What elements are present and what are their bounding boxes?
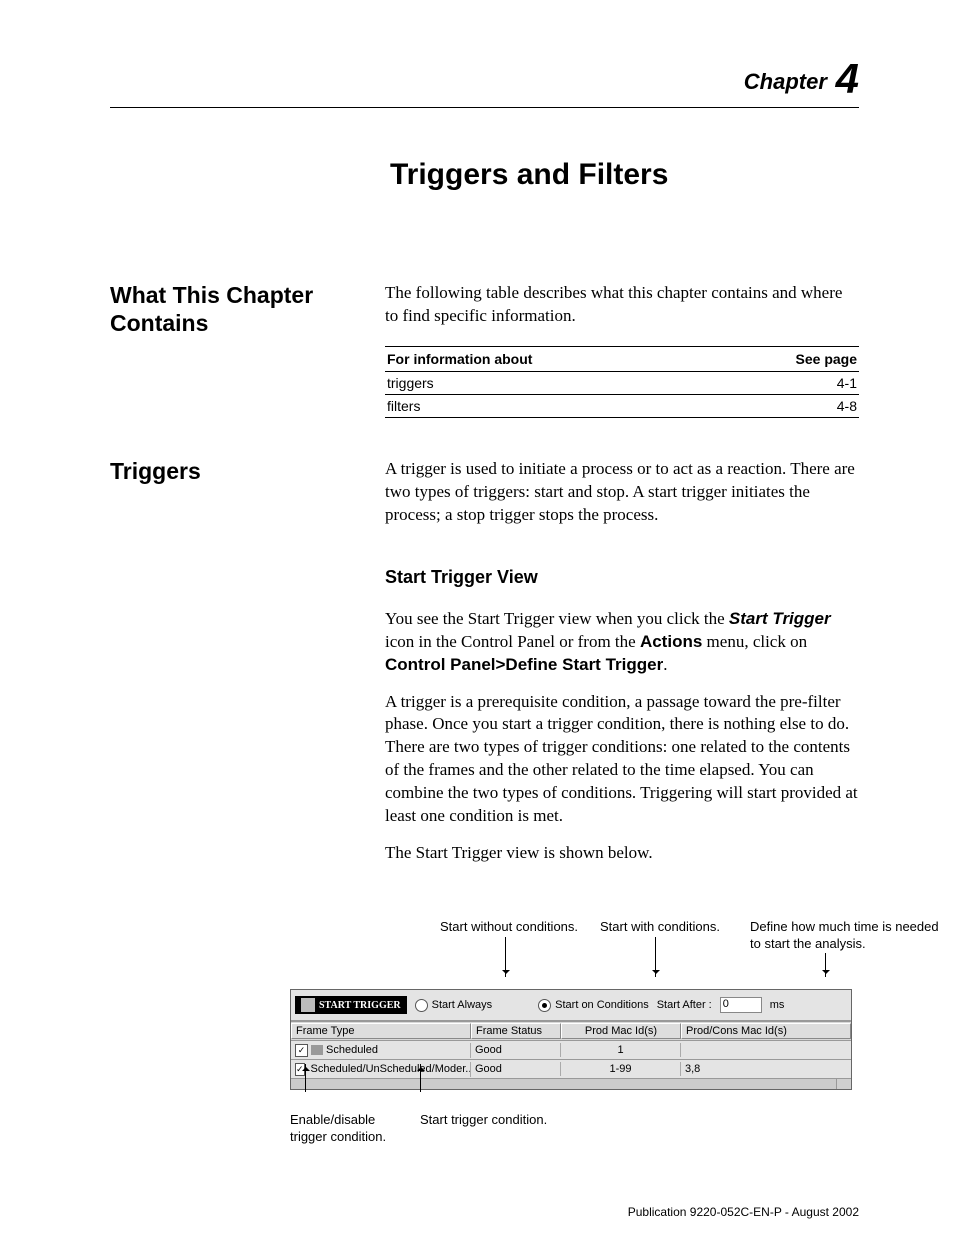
prodcons-mac-value: 3,8 bbox=[681, 1062, 851, 1076]
frame-type-value: Scheduled/UnScheduled/Moder... bbox=[311, 1063, 471, 1075]
callout-start-trigger-condition: Start trigger condition. bbox=[420, 1112, 547, 1129]
col-frame-status[interactable]: Frame Status bbox=[471, 1023, 561, 1039]
table-header-info: For information about bbox=[385, 346, 715, 371]
panel-icon bbox=[301, 998, 315, 1012]
start-trigger-p1: You see the Start Trigger view when you … bbox=[385, 608, 859, 677]
arrow-icon bbox=[305, 1064, 306, 1092]
start-trigger-view-heading: Start Trigger View bbox=[385, 567, 859, 588]
callout-start-with: Start with conditions. bbox=[600, 919, 720, 936]
radio-start-always[interactable]: Start Always bbox=[415, 999, 493, 1012]
arrow-icon bbox=[655, 937, 656, 977]
table-row: filters 4-8 bbox=[385, 394, 859, 417]
radio-start-on-conditions[interactable]: Start on Conditions bbox=[538, 999, 649, 1012]
start-after-input[interactable]: 0 bbox=[720, 997, 762, 1013]
page-title: Triggers and Filters bbox=[390, 158, 859, 192]
col-prodcons-mac[interactable]: Prod/Cons Mac Id(s) bbox=[681, 1023, 851, 1039]
publication-footer: Publication 9220-052C-EN-P - August 2002 bbox=[628, 1205, 859, 1219]
panel-footer-bar bbox=[291, 1078, 851, 1089]
arrow-icon bbox=[420, 1064, 421, 1092]
frame-status-value: Good bbox=[471, 1043, 561, 1057]
menu-path: Control Panel>Define Start Trigger bbox=[385, 655, 663, 674]
actions-term: Actions bbox=[640, 632, 702, 651]
start-after-unit: ms bbox=[770, 999, 785, 1011]
grid-row[interactable]: ✓ Scheduled/UnScheduled/Moder... Good 1-… bbox=[291, 1059, 851, 1078]
prodcons-mac-value bbox=[681, 1049, 851, 1051]
header-rule bbox=[110, 107, 859, 108]
section-triggers: Triggers bbox=[110, 458, 385, 879]
grid-row[interactable]: ✓ Scheduled Good 1 bbox=[291, 1040, 851, 1059]
grid-header: Frame Type Frame Status Prod Mac Id(s) P… bbox=[291, 1021, 851, 1040]
start-trigger-p3: The Start Trigger view is shown below. bbox=[385, 842, 859, 865]
chapter-label: Chapter 4 bbox=[110, 55, 859, 107]
callout-define-time: Define how much time is needed to start … bbox=[750, 919, 940, 953]
prod-mac-value: 1-99 bbox=[561, 1062, 681, 1076]
chapter-word: Chapter bbox=[744, 69, 827, 94]
start-trigger-term: Start Trigger bbox=[729, 609, 831, 628]
contents-table: For information about See page triggers … bbox=[385, 346, 859, 418]
chapter-number: 4 bbox=[836, 55, 859, 102]
callouts-top: Start without conditions. Start with con… bbox=[390, 919, 859, 989]
panel-title-tag: START TRIGGER bbox=[295, 996, 407, 1014]
scrollbar-stub[interactable] bbox=[836, 1079, 851, 1089]
section-what-this-chapter-contains: What This Chapter Contains bbox=[110, 282, 385, 418]
arrow-icon bbox=[505, 937, 506, 977]
col-prod-mac[interactable]: Prod Mac Id(s) bbox=[561, 1023, 681, 1039]
callout-enable-disable: Enable/disable trigger condition. bbox=[290, 1112, 400, 1146]
triggers-intro: A trigger is used to initiate a process … bbox=[385, 458, 859, 527]
row-checkbox[interactable]: ✓ bbox=[295, 1044, 308, 1057]
section1-para: The following table describes what this … bbox=[385, 282, 859, 328]
frame-icon bbox=[311, 1045, 323, 1055]
arrow-icon bbox=[825, 953, 826, 977]
table-row: triggers 4-1 bbox=[385, 371, 859, 394]
prod-mac-value: 1 bbox=[561, 1043, 681, 1057]
frame-type-value: Scheduled bbox=[326, 1044, 378, 1056]
col-frame-type[interactable]: Frame Type bbox=[291, 1023, 471, 1039]
start-after-label: Start After : bbox=[657, 999, 712, 1011]
start-trigger-panel: START TRIGGER Start Always Start on Cond… bbox=[290, 989, 852, 1090]
start-trigger-p2: A trigger is a prerequisite condition, a… bbox=[385, 691, 859, 829]
table-header-page: See page bbox=[715, 346, 859, 371]
frame-status-value: Good bbox=[471, 1062, 561, 1076]
callout-start-without: Start without conditions. bbox=[440, 919, 578, 936]
